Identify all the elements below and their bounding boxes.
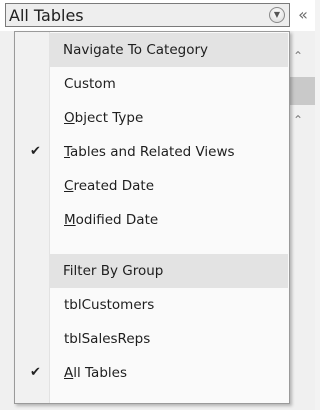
menu-item-label: All Tables: [64, 365, 127, 381]
checkmark-icon: ✔: [30, 144, 41, 159]
menu-item-label: Object Type: [64, 110, 144, 126]
section-label: Navigate To Category: [63, 42, 209, 58]
menu-item-label: Tables and Related Views: [64, 144, 235, 160]
menu-item-created-date[interactable]: Created Date: [16, 169, 288, 203]
chevron-down-icon[interactable]: ▼: [269, 7, 285, 23]
menu-item-tblcustomers[interactable]: tblCustomers: [16, 288, 288, 322]
menu-item-label: Created Date: [64, 178, 154, 194]
menu-section-navigate-to-category: Navigate To Category: [49, 33, 288, 67]
navigation-pane-header: All Tables ▼ «: [0, 0, 315, 32]
menu-item-label: Modified Date: [64, 212, 159, 228]
menu-item-tblsalesreps[interactable]: tblSalesReps: [16, 322, 288, 356]
navigation-pane-title: All Tables: [9, 6, 84, 25]
category-selector[interactable]: All Tables ▼: [5, 3, 290, 27]
shutter-bar-toggle-button[interactable]: «: [294, 6, 312, 24]
menu-item-label: tblCustomers: [64, 297, 155, 313]
menu-item-tables-and-related-views[interactable]: ✔ Tables and Related Views: [16, 135, 288, 169]
navigation-options-menu: Navigate To Category Custom Object Type …: [14, 31, 290, 404]
menu-item-modified-date[interactable]: Modified Date: [16, 203, 288, 237]
menu-item-label: Custom: [64, 76, 116, 92]
menu-item-object-type[interactable]: Object Type: [16, 101, 288, 135]
menu-section-filter-by-group: Filter By Group: [49, 254, 288, 288]
menu-item-custom[interactable]: Custom: [16, 67, 288, 101]
menu-item-all-tables[interactable]: ✔ All Tables: [16, 356, 288, 390]
checkmark-icon: ✔: [30, 365, 41, 380]
section-label: Filter By Group: [63, 263, 164, 279]
menu-item-label: tblSalesReps: [64, 331, 151, 347]
